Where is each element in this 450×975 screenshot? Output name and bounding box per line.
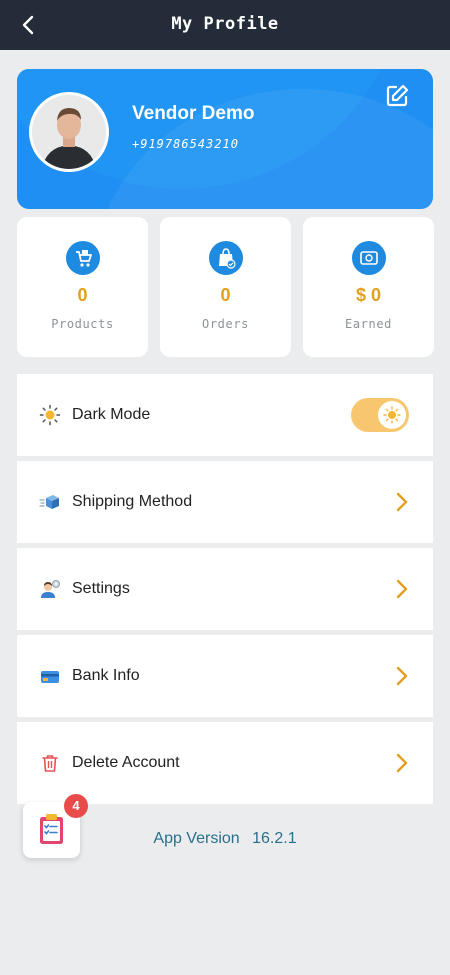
toggle-knob xyxy=(378,401,406,429)
menu-label: Dark Mode xyxy=(72,406,151,423)
profile-card: Vendor Demo +919786543210 xyxy=(17,69,433,209)
vendor-phone: +919786543210 xyxy=(132,137,239,151)
menu-label: Settings xyxy=(72,580,130,597)
avatar-photo xyxy=(32,95,106,169)
page-title: My Profile xyxy=(171,14,279,34)
trash-icon xyxy=(42,755,58,772)
sun-icon xyxy=(39,404,61,426)
menu-item-bank-info[interactable]: Bank Info xyxy=(17,635,433,717)
sun-icon xyxy=(383,406,401,424)
menu-label: Bank Info xyxy=(72,667,140,684)
chevron-right-icon xyxy=(396,492,408,512)
tasks-fab-button[interactable]: 4 xyxy=(23,794,88,858)
money-icon xyxy=(351,241,386,275)
menu-item-settings[interactable]: Settings xyxy=(17,548,433,630)
card-icon xyxy=(41,671,59,683)
app-header: My Profile xyxy=(0,0,450,50)
vendor-name: Vendor Demo xyxy=(132,103,255,124)
menu-item-dark-mode: Dark Mode xyxy=(17,374,433,456)
user-settings-icon xyxy=(41,580,60,598)
app-version-label: App Version xyxy=(153,830,240,847)
edit-icon[interactable] xyxy=(383,82,411,110)
stat-label: Products xyxy=(51,317,114,331)
cart-icon xyxy=(65,241,100,275)
stat-value: 0 xyxy=(77,285,88,305)
chevron-right-icon xyxy=(396,666,408,686)
chevron-right-icon xyxy=(396,579,408,599)
stat-value: $ 0 xyxy=(355,285,382,305)
stat-earned[interactable]: $ 0 Earned xyxy=(303,217,434,357)
box-icon xyxy=(39,495,59,509)
dark-mode-toggle[interactable] xyxy=(351,398,409,432)
stat-products[interactable]: 0 Products xyxy=(17,217,148,357)
shopping-bag-icon xyxy=(208,241,243,275)
chevron-right-icon xyxy=(396,753,408,773)
stat-label: Orders xyxy=(202,317,249,331)
menu-label: Shipping Method xyxy=(72,493,193,510)
stat-value: 0 xyxy=(220,285,231,305)
avatar[interactable] xyxy=(29,92,109,172)
stat-label: Earned xyxy=(345,317,392,331)
app-version-number: 16.2.1 xyxy=(252,830,297,847)
menu-item-delete-account[interactable]: Delete Account xyxy=(17,722,433,804)
stat-orders[interactable]: 0 Orders xyxy=(160,217,291,357)
notification-badge: 4 xyxy=(64,794,88,818)
menu-label: Delete Account xyxy=(72,754,180,771)
menu-item-shipping-method[interactable]: Shipping Method xyxy=(17,461,433,543)
